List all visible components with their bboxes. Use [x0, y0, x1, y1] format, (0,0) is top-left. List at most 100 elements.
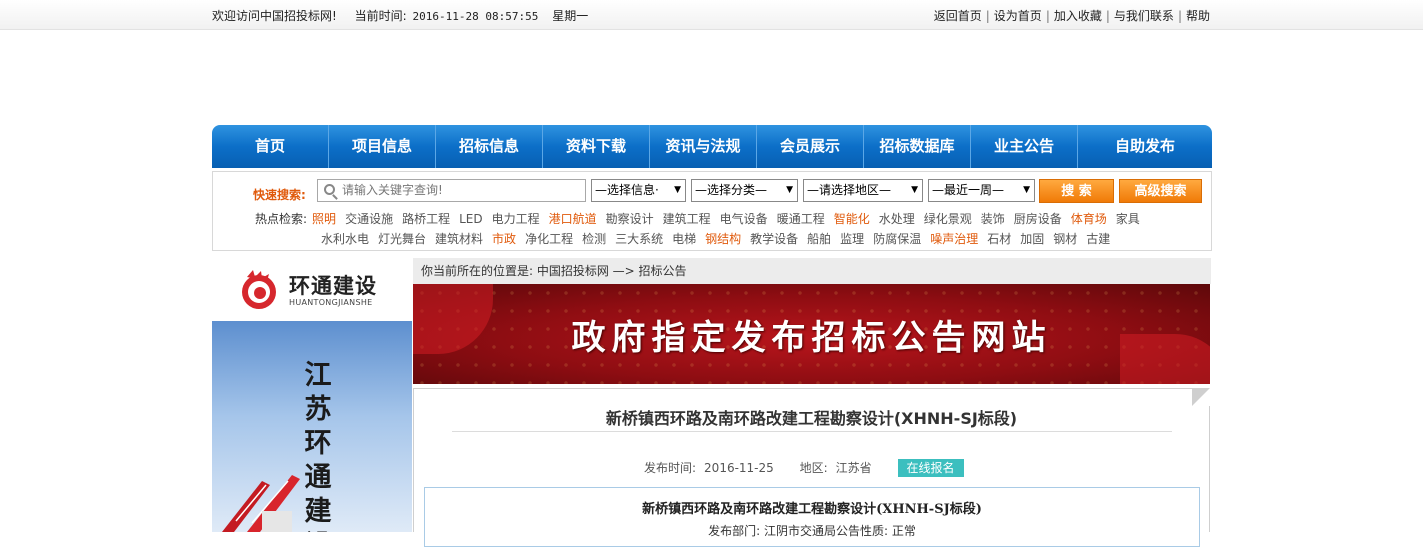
nav-item-tenders[interactable]: 招标信息	[436, 125, 543, 168]
nav-item-downloads[interactable]: 资料下载	[543, 125, 650, 168]
hot-keyword-link[interactable]: 路桥工程	[402, 212, 450, 226]
divider: |	[985, 9, 990, 23]
hot-keyword-link[interactable]: 厨房设备	[1014, 212, 1062, 226]
link-contact[interactable]: 与我们联系	[1114, 9, 1174, 23]
publish-date: 2016-11-25	[704, 461, 774, 475]
hot-keyword-link[interactable]: 港口航道	[549, 212, 597, 226]
search-panel: 快速搜索: 请输入关键字查询! —选择信息· ▼ —选择分类— ▼ —请选择地区— ▼…	[212, 171, 1212, 251]
article-body-title: 新桥镇西环路及南环路改建工程勘察设计(XHNH-SJ标段)	[642, 502, 982, 517]
hot-keyword-link[interactable]: 水处理	[879, 212, 915, 226]
article-title: 新桥镇西环路及南环路改建工程勘察设计(XHNH-SJ标段)	[605, 409, 1018, 428]
hot-keyword-link[interactable]: 照明	[312, 212, 336, 226]
hot-keyword-link[interactable]: 装饰	[981, 212, 1005, 226]
select-period-value: —最近一周—	[932, 183, 1005, 197]
company-logo[interactable]: 环通建设 HUANTONGJIANSHE	[212, 258, 412, 321]
hot-keyword-link[interactable]: 电气设备	[720, 212, 768, 226]
chevron-down-icon: ▼	[674, 185, 681, 195]
hot-keyword-link[interactable]: LED	[459, 212, 483, 226]
link-set-homepage[interactable]: 设为首页	[994, 9, 1042, 23]
ad-char: 环	[304, 428, 332, 459]
date-label: 发布时间:	[644, 461, 697, 475]
hot-label: 热点检索:	[255, 212, 308, 226]
hot-keyword-link[interactable]: 电力工程	[492, 212, 540, 226]
hot-keyword-link[interactable]: 钢结构	[705, 232, 741, 246]
time-label: 当前时间:	[354, 9, 407, 23]
hot-keyword-link[interactable]: 古建	[1086, 232, 1110, 246]
nav-item-home[interactable]: 首页	[212, 125, 329, 168]
hot-keyword-link[interactable]: 市政	[492, 232, 516, 246]
current-time: 2016-11-28 08:57:55	[412, 10, 539, 23]
hot-keyword-link[interactable]: 绿化景观	[924, 212, 972, 226]
hot-keyword-link[interactable]: 勘察设计	[606, 212, 654, 226]
link-bookmark[interactable]: 加入收藏	[1054, 9, 1102, 23]
nav-item-self-publish[interactable]: 自助发布	[1078, 125, 1212, 168]
divider: |	[1045, 9, 1050, 23]
advanced-search-button[interactable]: 高级搜索	[1119, 179, 1202, 203]
hot-keyword-link[interactable]: 水利水电	[321, 232, 369, 246]
search-input[interactable]: 请输入关键字查询!	[317, 179, 586, 202]
quick-search-label: 快速搜索:	[253, 188, 306, 202]
hot-keyword-link[interactable]: 石材	[987, 232, 1011, 246]
hot-keyword-link[interactable]: 教学设备	[750, 232, 798, 246]
nav-item-database[interactable]: 招标数据库	[864, 125, 971, 168]
select-category-value: —选择分类—	[695, 183, 768, 197]
nav-item-owner-notices[interactable]: 业主公告	[971, 125, 1078, 168]
logo-text: 环通建设	[289, 274, 377, 298]
select-region-value: —请选择地区—	[807, 183, 892, 197]
select-info-type[interactable]: —选择信息· ▼	[591, 179, 686, 202]
hot-keywords-row: 水利水电 灯光舞台 建筑材料 市政 净化工程 检测 三大系统 电梯 钢结构 教学设备 船舶 监理 防腐保…	[255, 229, 1205, 249]
hot-keyword-link[interactable]: 防腐保温	[873, 232, 921, 246]
hot-keyword-link[interactable]: 灯光舞台	[378, 232, 426, 246]
top-links: 返回首页 | 设为首页 | 加入收藏 | 与我们联系 | 帮助	[934, 7, 1210, 24]
hot-keywords-row: 热点检索: 照明 交通设施 路桥工程 LED 电力工程 港口航道 勘察设计 建筑工程 电气设备 暖通…	[255, 209, 1205, 229]
ad-char: 江	[304, 360, 332, 391]
breadcrumb: 你当前所在的位置是: 中国招投标网 —> 招标公告	[413, 258, 1211, 284]
hot-keyword-link[interactable]: 电梯	[672, 232, 696, 246]
divider: |	[1105, 9, 1110, 23]
hot-keyword-link[interactable]: 建筑材料	[435, 232, 483, 246]
hot-keyword-link[interactable]: 噪声治理	[930, 232, 978, 246]
article-meta: 发布时间: 2016-11-25 地区: 江苏省 在线报名	[644, 459, 964, 477]
hot-keyword-link[interactable]: 智能化	[834, 212, 870, 226]
nav-item-members[interactable]: 会员展示	[757, 125, 864, 168]
select-region[interactable]: —请选择地区— ▼	[803, 179, 923, 202]
banner: 政府指定发布招标公告网站	[413, 284, 1210, 384]
hot-keyword-link[interactable]: 船舶	[807, 232, 831, 246]
hot-keyword-link[interactable]: 监理	[840, 232, 864, 246]
link-help[interactable]: 帮助	[1186, 9, 1210, 23]
hot-keyword-link[interactable]: 加固	[1020, 232, 1044, 246]
nav-item-news-laws[interactable]: 资讯与法规	[650, 125, 757, 168]
weekday: 星期一	[552, 9, 589, 23]
search-button[interactable]: 搜 索	[1039, 179, 1114, 203]
select-category[interactable]: —选择分类— ▼	[691, 179, 798, 202]
hot-keywords: 热点检索: 照明 交通设施 路桥工程 LED 电力工程 港口航道 勘察设计 建筑工程 电气设备 暖通…	[255, 209, 1205, 249]
nav-item-projects[interactable]: 项目信息	[329, 125, 436, 168]
main-nav: 首页 项目信息 招标信息 资料下载 资讯与法规 会员展示 招标数据库 业主公告 …	[212, 125, 1212, 168]
hot-keyword-link[interactable]: 家具	[1116, 212, 1140, 226]
select-info-value: —选择信息·	[595, 183, 659, 197]
hot-keyword-link[interactable]: 检测	[582, 232, 606, 246]
ad-char: 苏	[304, 394, 332, 425]
hot-keyword-link[interactable]: 三大系统	[615, 232, 663, 246]
region-value: 江苏省	[835, 461, 872, 475]
banner-title: 政府指定发布招标公告网站	[571, 318, 1052, 358]
search-icon	[324, 184, 335, 195]
select-period[interactable]: —最近一周— ▼	[928, 179, 1035, 202]
sidebar-ad[interactable]: 江 苏 环 通 建 设	[212, 321, 412, 532]
welcome-text: 欢迎访问中国招投标网!	[212, 9, 337, 23]
hot-keyword-link[interactable]: 暖通工程	[777, 212, 825, 226]
hot-keyword-link[interactable]: 交通设施	[345, 212, 393, 226]
hot-keyword-link[interactable]: 钢材	[1053, 232, 1077, 246]
hot-keyword-link[interactable]: 体育场	[1071, 212, 1107, 226]
divider: |	[1177, 9, 1182, 23]
hot-keyword-link[interactable]: 净化工程	[525, 232, 573, 246]
hot-keyword-link[interactable]: 建筑工程	[663, 212, 711, 226]
link-home[interactable]: 返回首页	[934, 9, 982, 23]
dragon-logo-icon	[242, 270, 276, 309]
welcome-area: 欢迎访问中国招投标网! 当前时间: 2016-11-28 08:57:55 星期…	[212, 7, 588, 24]
online-register-button[interactable]: 在线报名	[897, 459, 964, 477]
page-fold-corner	[1192, 388, 1210, 406]
article-body-subtitle: 发布部门: 江阴市交通局公告性质: 正常	[708, 524, 916, 538]
divider	[452, 431, 1172, 432]
top-bar: 欢迎访问中国招投标网! 当前时间: 2016-11-28 08:57:55 星期…	[0, 0, 1423, 30]
